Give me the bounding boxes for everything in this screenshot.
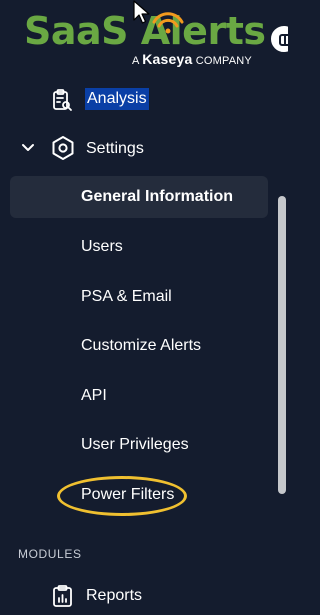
scrollbar-thumb[interactable] bbox=[278, 196, 286, 494]
nav-item-settings[interactable]: Settings bbox=[0, 133, 288, 163]
logo-tagline-prefix: A bbox=[132, 55, 139, 67]
logo-tagline-suffix: COMPANY bbox=[195, 55, 252, 67]
settings-item-psa-email[interactable]: PSA & Email bbox=[10, 276, 268, 318]
logo-tagline: A Kaseya COMPANY bbox=[132, 51, 252, 67]
nav-item-analysis-label: Analysis bbox=[85, 88, 149, 110]
settings-item-api[interactable]: API bbox=[10, 375, 268, 417]
settings-item-label: PSA & Email bbox=[81, 288, 172, 305]
mouse-cursor-icon bbox=[133, 0, 150, 24]
nav-item-reports-label: Reports bbox=[86, 587, 143, 604]
settings-item-user-privileges[interactable]: User Privileges bbox=[10, 424, 268, 466]
nav-item-reports[interactable]: Reports bbox=[0, 580, 288, 610]
settings-item-label: General Information bbox=[81, 188, 234, 205]
settings-item-label: User Privileges bbox=[81, 436, 189, 453]
clipboard-chart-icon bbox=[53, 585, 72, 607]
settings-item-label: API bbox=[81, 387, 107, 404]
settings-item-label: Customize Alerts bbox=[81, 337, 202, 354]
sidebar-toggle-icon bbox=[279, 34, 288, 46]
chevron-down-icon bbox=[22, 144, 34, 151]
settings-item-label: Users bbox=[81, 238, 123, 255]
section-header-modules: MODULES bbox=[18, 547, 82, 561]
nav-item-analysis[interactable]: Analysis bbox=[0, 86, 288, 114]
clipboard-search-icon bbox=[53, 89, 72, 111]
highlight-annotation-oval bbox=[57, 476, 187, 516]
nav-item-settings-label: Settings bbox=[86, 140, 144, 157]
settings-item-users[interactable]: Users bbox=[10, 226, 268, 268]
wifi-signal-icon bbox=[152, 12, 184, 34]
sidebar: SaaS Alerts A Kaseya COMPANY Analysis Se… bbox=[0, 0, 288, 615]
settings-item-customize-alerts[interactable]: Customize Alerts bbox=[10, 325, 268, 367]
collapse-sidebar-button[interactable] bbox=[269, 24, 288, 54]
settings-item-general-information[interactable]: General Information bbox=[10, 176, 268, 218]
logo-tagline-company: Kaseya bbox=[142, 51, 193, 67]
gear-hexagon-icon bbox=[52, 136, 74, 160]
